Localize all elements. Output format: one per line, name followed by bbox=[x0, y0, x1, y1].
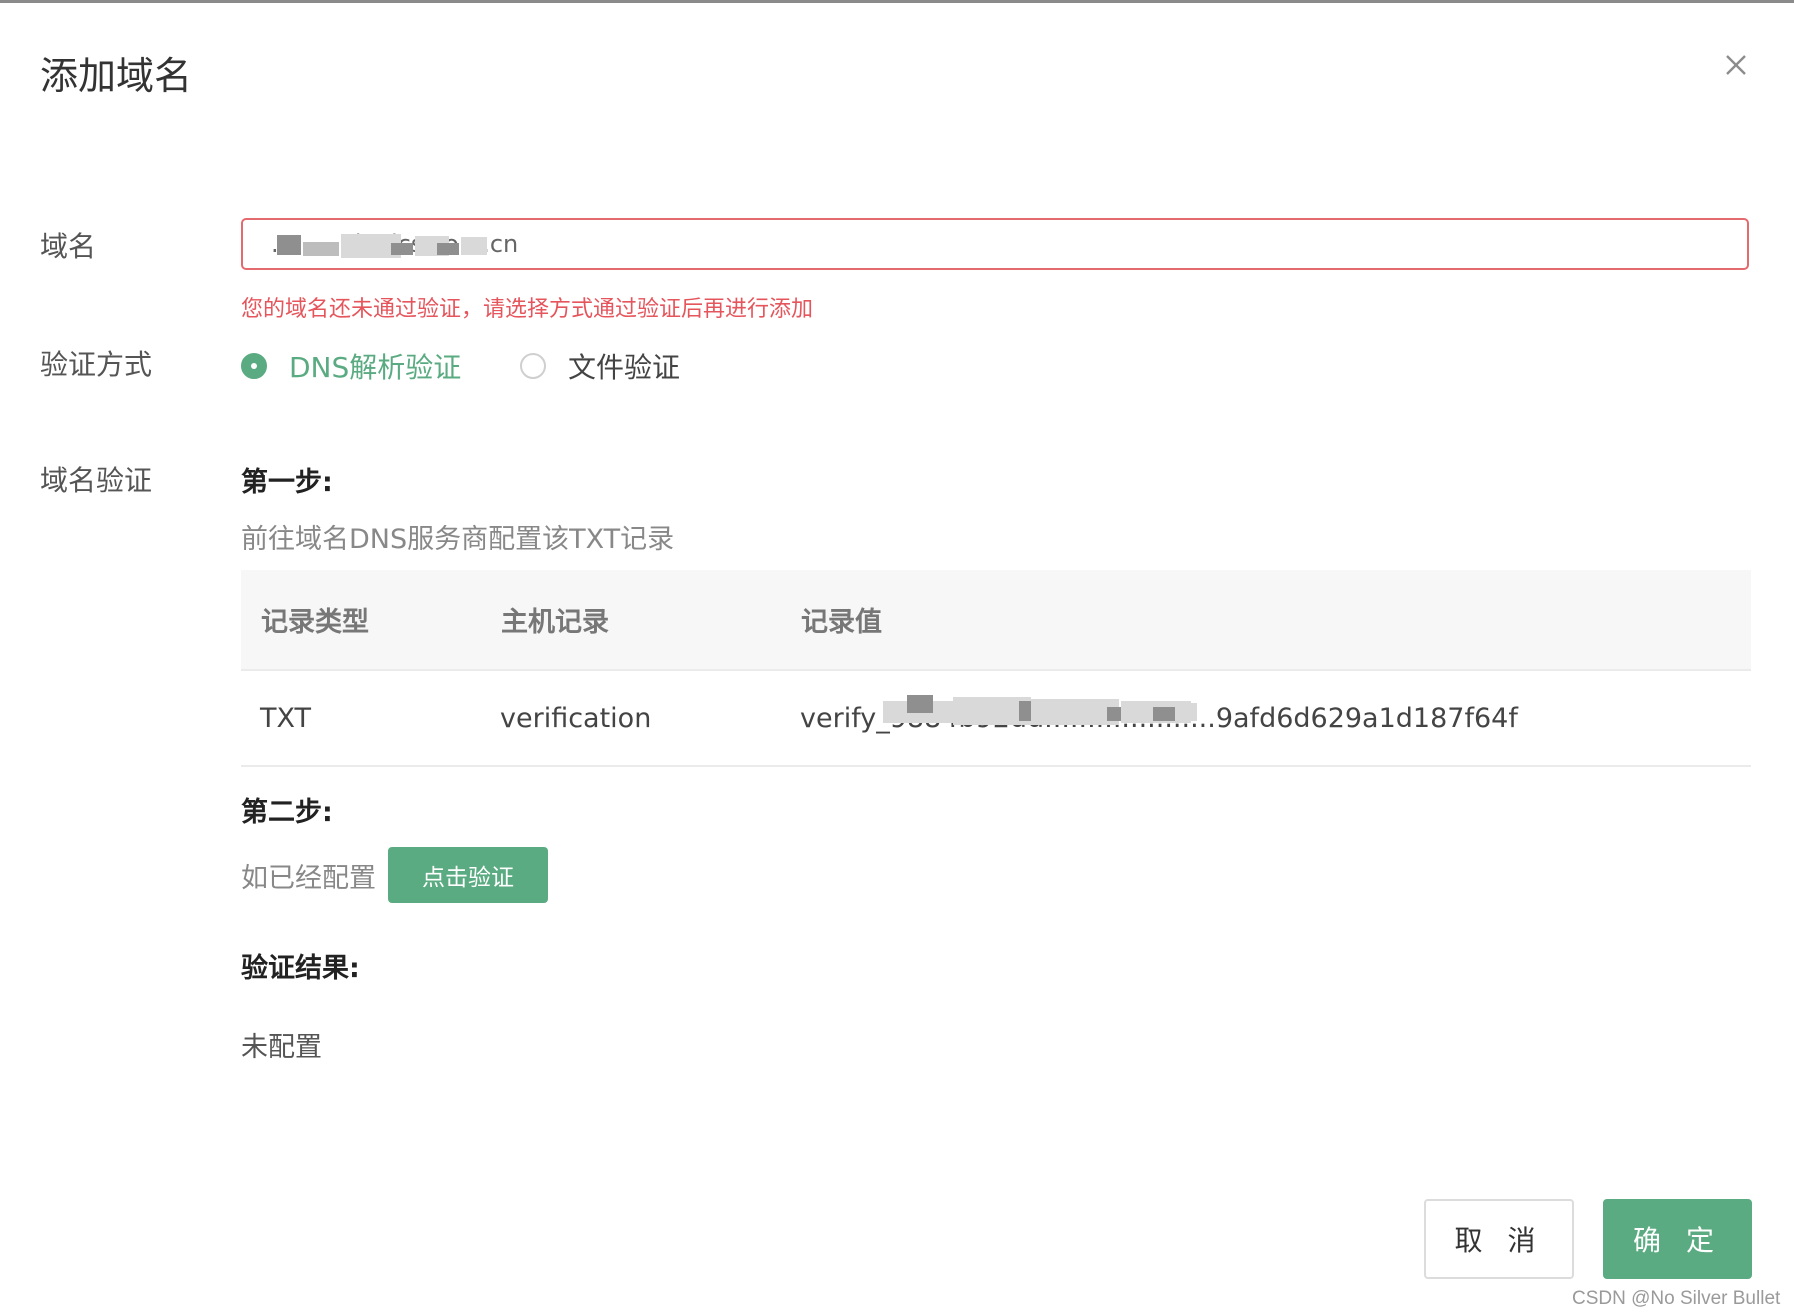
cell-host-record: verification bbox=[500, 702, 652, 734]
column-header-host: 主机记录 bbox=[501, 607, 609, 638]
step2-title: 第二步: bbox=[241, 797, 333, 828]
radio-unchecked-icon bbox=[520, 353, 546, 379]
redaction-mask bbox=[1153, 707, 1177, 721]
radio-file-label: 文件验证 bbox=[568, 351, 681, 384]
radio-dns-verify[interactable]: DNS解析验证 bbox=[241, 346, 461, 386]
radio-file-verify[interactable]: 文件验证 bbox=[520, 346, 680, 386]
redaction-mask bbox=[1031, 699, 1119, 725]
redaction-mask bbox=[907, 695, 933, 713]
step1-title: 第一步: bbox=[241, 467, 333, 498]
radio-checked-icon bbox=[241, 353, 267, 379]
redaction-mask bbox=[303, 242, 339, 256]
txt-record-table: 记录类型 主机记录 记录值 TXT verification verify_98… bbox=[241, 570, 1751, 767]
verify-result-value: 未配置 bbox=[241, 1032, 322, 1063]
radio-dns-label: DNS解析验证 bbox=[289, 351, 462, 384]
verify-method-label: 验证方式 bbox=[40, 348, 153, 381]
table-header: 记录类型 主机记录 记录值 bbox=[241, 570, 1751, 671]
redaction-mask bbox=[1175, 703, 1197, 721]
step1-description: 前往域名DNS服务商配置该TXT记录 bbox=[241, 524, 675, 555]
redaction-mask bbox=[391, 243, 413, 255]
watermark: CSDN @No Silver Bullet bbox=[1572, 1288, 1781, 1309]
add-domain-dialog: 添加域名 域名 ...........h.cics.com.cn 您的域名还未通… bbox=[0, 3, 1794, 1316]
verify-result-title: 验证结果: bbox=[241, 953, 360, 984]
cancel-button[interactable]: 取 消 bbox=[1424, 1199, 1574, 1279]
step2-description: 如已经配置 bbox=[241, 863, 376, 894]
redaction-mask bbox=[461, 237, 487, 255]
redaction-mask bbox=[437, 243, 459, 255]
column-header-type: 记录类型 bbox=[261, 607, 369, 638]
dialog-title: 添加域名 bbox=[40, 54, 193, 98]
domain-error-message: 您的域名还未通过验证，请选择方式通过验证后再进行添加 bbox=[241, 297, 814, 322]
domain-input[interactable]: ...........h.cics.com.cn bbox=[241, 218, 1749, 270]
domain-verify-label: 域名验证 bbox=[40, 464, 153, 497]
close-icon[interactable] bbox=[1718, 47, 1754, 83]
click-verify-button[interactable]: 点击验证 bbox=[388, 847, 548, 903]
domain-label: 域名 bbox=[40, 230, 97, 263]
redaction-mask bbox=[277, 235, 301, 255]
confirm-button[interactable]: 确 定 bbox=[1603, 1199, 1752, 1279]
cell-record-type: TXT bbox=[260, 702, 312, 734]
column-header-value: 记录值 bbox=[801, 607, 882, 638]
table-row: TXT verification verify_9884b92dd.......… bbox=[241, 671, 1751, 767]
